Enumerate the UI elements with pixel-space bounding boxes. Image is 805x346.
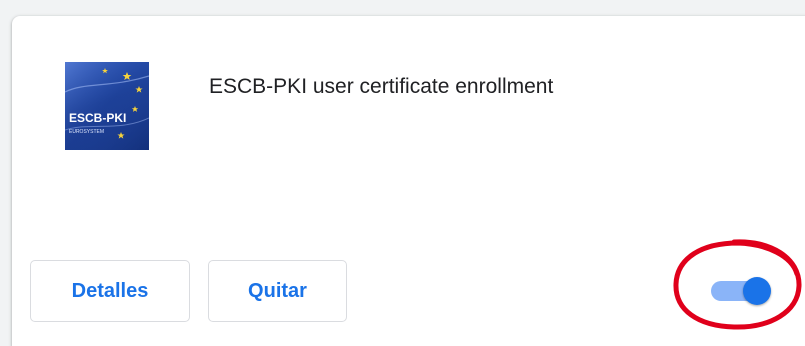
- toggle-knob: [743, 277, 771, 305]
- extension-title: ESCB-PKI user certificate enrollment: [209, 75, 554, 98]
- logo-subtext: EUROSYSTEM: [69, 129, 104, 135]
- enable-extension-toggle[interactable]: [711, 277, 773, 305]
- remove-button[interactable]: Quitar: [208, 260, 347, 322]
- details-button[interactable]: Detalles: [30, 260, 190, 322]
- logo-text: ESCB-PKI: [69, 111, 126, 125]
- escb-pki-logo-icon: ESCB-PKI EUROSYSTEM: [65, 62, 149, 150]
